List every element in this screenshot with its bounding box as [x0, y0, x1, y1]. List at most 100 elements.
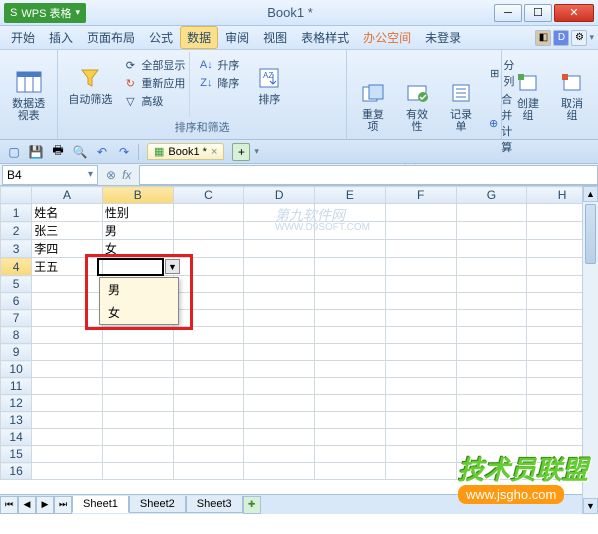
cell[interactable] — [244, 327, 315, 344]
tab-menu-caret-icon[interactable]: ▾ — [254, 146, 259, 157]
cell[interactable] — [385, 395, 456, 412]
cell[interactable] — [32, 395, 103, 412]
cell[interactable] — [102, 327, 173, 344]
theme-icon[interactable]: ◧ — [535, 30, 551, 46]
advanced-button[interactable]: ▽高级 — [118, 92, 189, 110]
cell[interactable] — [385, 222, 456, 240]
cell[interactable] — [102, 412, 173, 429]
cell[interactable] — [315, 310, 386, 327]
cell[interactable] — [385, 463, 456, 480]
cell[interactable] — [385, 344, 456, 361]
validity-button[interactable]: 有效性 — [395, 52, 439, 160]
cell[interactable] — [456, 222, 527, 240]
cell[interactable] — [456, 395, 527, 412]
row-header[interactable]: 1 — [1, 204, 32, 222]
cell[interactable] — [315, 293, 386, 310]
cell[interactable] — [32, 446, 103, 463]
cell[interactable] — [173, 378, 244, 395]
cell[interactable] — [173, 310, 244, 327]
cell[interactable] — [315, 463, 386, 480]
cell[interactable] — [385, 378, 456, 395]
sort-button[interactable]: AZ 排序 — [247, 52, 291, 117]
qat-undo-icon[interactable]: ↶ — [92, 143, 112, 161]
cell[interactable] — [244, 361, 315, 378]
cell[interactable]: 姓名 — [32, 204, 103, 222]
dropdown-option[interactable]: 男 — [100, 278, 178, 301]
cell[interactable] — [244, 258, 315, 276]
select-all-corner[interactable] — [1, 187, 32, 204]
cell[interactable] — [173, 293, 244, 310]
menu-table-style[interactable]: 表格样式 — [294, 26, 356, 49]
cell[interactable] — [315, 446, 386, 463]
qat-new-icon[interactable]: ▢ — [4, 143, 24, 161]
menu-start[interactable]: 开始 — [4, 26, 42, 49]
cell[interactable] — [315, 395, 386, 412]
menu-caret-icon[interactable]: ▾ — [589, 32, 594, 43]
cell[interactable] — [456, 344, 527, 361]
cell[interactable]: 李四 — [32, 240, 103, 258]
cell[interactable] — [315, 429, 386, 446]
cell[interactable]: 性别 — [102, 204, 173, 222]
cell[interactable] — [315, 361, 386, 378]
row-header[interactable]: 6 — [1, 293, 32, 310]
vertical-scrollbar[interactable]: ▲ ▼ — [582, 186, 598, 514]
pivot-table-button[interactable]: 数据透视表 — [4, 52, 53, 137]
close-button[interactable]: ✕ — [554, 4, 594, 22]
ungroup-button[interactable]: 取消组 — [550, 52, 594, 137]
app-menu-caret-icon[interactable]: ▾ — [75, 7, 80, 18]
menu-office-space[interactable]: 办公空间 — [356, 26, 418, 49]
cell[interactable] — [385, 429, 456, 446]
name-box[interactable]: B4 — [2, 165, 98, 185]
cell[interactable] — [385, 310, 456, 327]
cell[interactable] — [102, 361, 173, 378]
sheet-nav-next-icon[interactable]: ▶ — [36, 496, 54, 514]
col-header-B[interactable]: B — [102, 187, 173, 204]
cell[interactable] — [244, 463, 315, 480]
cell[interactable]: 女 — [102, 240, 173, 258]
cell[interactable] — [456, 258, 527, 276]
cell[interactable] — [385, 276, 456, 293]
cell[interactable] — [32, 361, 103, 378]
cell[interactable] — [456, 463, 527, 480]
row-header[interactable]: 4 — [1, 258, 32, 276]
cell[interactable] — [456, 378, 527, 395]
cell[interactable] — [244, 204, 315, 222]
settings-icon[interactable]: ⚙ — [571, 30, 587, 46]
validation-dropdown-button[interactable]: ▼ — [165, 259, 180, 274]
cell[interactable] — [102, 258, 173, 276]
qat-save-icon[interactable]: 💾 — [26, 143, 46, 161]
cell[interactable] — [315, 222, 386, 240]
cell[interactable] — [32, 344, 103, 361]
qat-redo-icon[interactable]: ↷ — [114, 143, 134, 161]
row-header[interactable]: 8 — [1, 327, 32, 344]
col-header-D[interactable]: D — [244, 187, 315, 204]
record-button[interactable]: 记录单 — [439, 52, 483, 160]
cell[interactable] — [102, 446, 173, 463]
row-header[interactable]: 11 — [1, 378, 32, 395]
menu-data[interactable]: 数据 — [180, 26, 218, 49]
cell[interactable] — [102, 344, 173, 361]
cell[interactable] — [315, 240, 386, 258]
row-header[interactable]: 14 — [1, 429, 32, 446]
add-sheet-button[interactable]: ✚ — [243, 496, 261, 514]
menu-insert[interactable]: 插入 — [42, 26, 80, 49]
row-header[interactable]: 15 — [1, 446, 32, 463]
row-header[interactable]: 3 — [1, 240, 32, 258]
show-all-button[interactable]: ⟳全部显示 — [118, 56, 189, 74]
col-header-F[interactable]: F — [385, 187, 456, 204]
cell[interactable] — [244, 446, 315, 463]
cell[interactable] — [173, 240, 244, 258]
cell[interactable] — [244, 412, 315, 429]
cell[interactable] — [32, 429, 103, 446]
cell[interactable] — [173, 361, 244, 378]
menu-formula[interactable]: 公式 — [142, 26, 180, 49]
cell[interactable]: 张三 — [32, 222, 103, 240]
cell[interactable] — [102, 395, 173, 412]
scroll-down-icon[interactable]: ▼ — [583, 498, 598, 514]
cell[interactable] — [385, 446, 456, 463]
cell[interactable] — [456, 361, 527, 378]
duplicates-button[interactable]: 重复项 — [351, 52, 395, 160]
row-header[interactable]: 16 — [1, 463, 32, 480]
minimize-button[interactable]: ─ — [494, 4, 522, 22]
cell[interactable] — [173, 222, 244, 240]
